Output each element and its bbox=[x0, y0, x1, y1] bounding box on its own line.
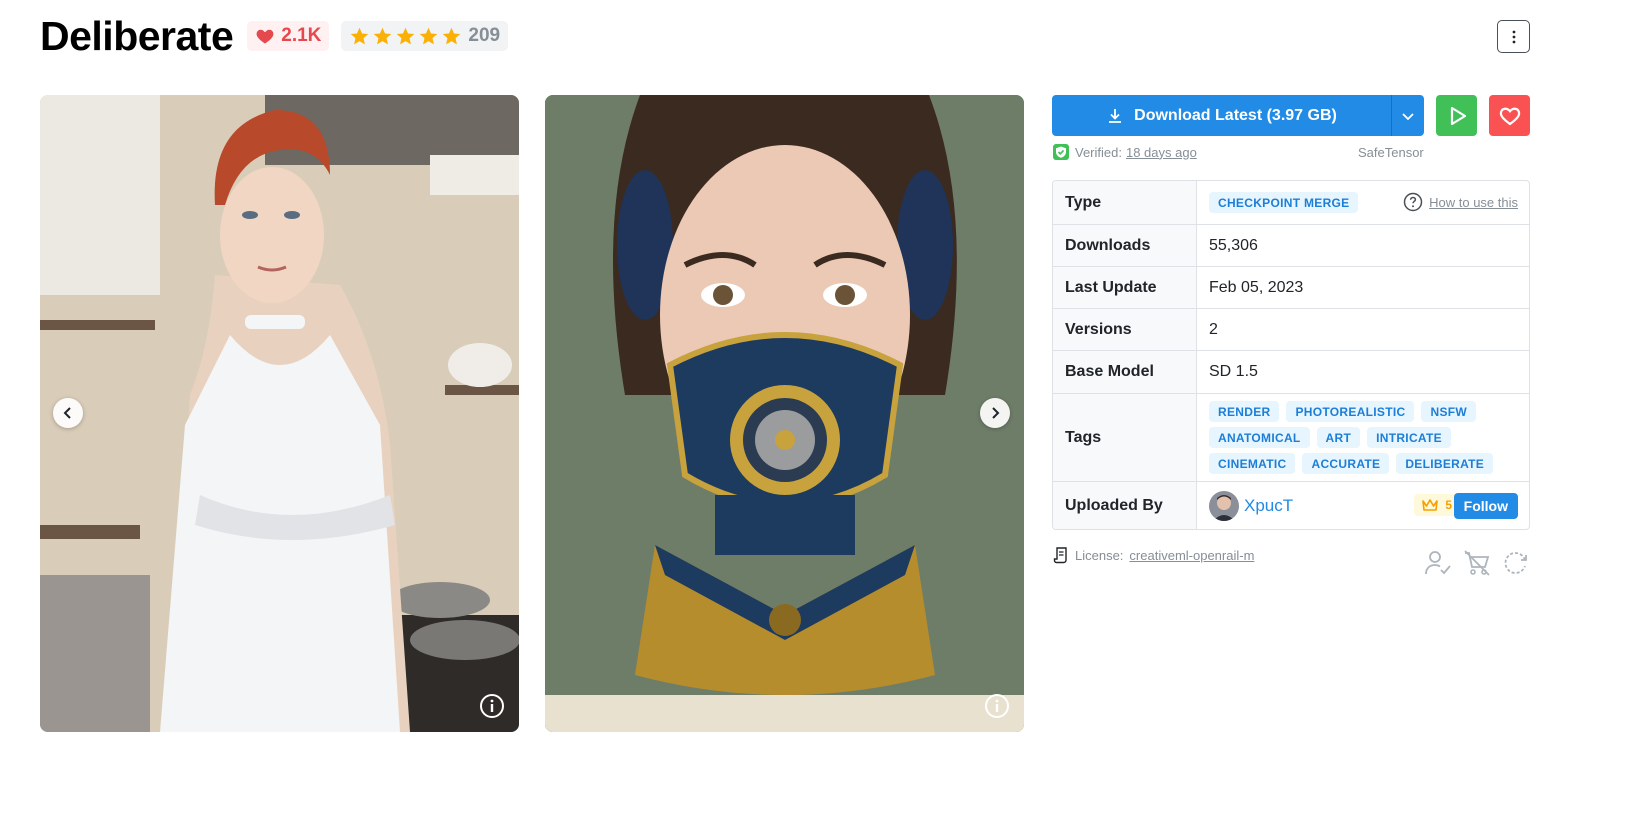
detail-label: Base Model bbox=[1053, 351, 1197, 393]
gallery-image-1[interactable] bbox=[40, 95, 519, 732]
star-icon bbox=[374, 27, 392, 44]
tag-chip[interactable]: DELIBERATE bbox=[1396, 453, 1494, 474]
download-icon bbox=[1109, 108, 1122, 123]
masked-woman-illustration bbox=[545, 95, 1024, 732]
detail-value: SD 1.5 bbox=[1209, 363, 1258, 380]
detail-value: 2 bbox=[1209, 320, 1218, 338]
download-options-button[interactable] bbox=[1391, 95, 1424, 136]
tag-chip[interactable]: NSFW bbox=[1421, 401, 1477, 422]
favorite-button[interactable] bbox=[1489, 95, 1530, 136]
file-format: SafeTensor bbox=[1358, 144, 1424, 160]
detail-value: CHECKPOINT MERGE How to use this bbox=[1197, 181, 1529, 224]
info-icon[interactable] bbox=[984, 693, 1010, 719]
dots-vertical-icon bbox=[1512, 30, 1515, 43]
uploader-name-link[interactable]: XpucT bbox=[1244, 496, 1293, 516]
detail-value: 55,306 bbox=[1209, 236, 1258, 254]
chevron-down-icon bbox=[1402, 112, 1414, 120]
tag-chip[interactable]: RENDER bbox=[1209, 401, 1280, 422]
detail-row-base-model: Base Model SD 1.5 bbox=[1053, 350, 1529, 393]
tag-chip[interactable]: PHOTOREALISTIC bbox=[1286, 401, 1415, 422]
rank-number: 5 bbox=[1445, 498, 1452, 512]
detail-row-uploaded-by: Uploaded By XpucT 5 Follow bbox=[1053, 481, 1529, 529]
kitchen-woman-illustration bbox=[40, 95, 519, 732]
follow-button[interactable]: Follow bbox=[1453, 493, 1518, 519]
rating-badge[interactable]: 209 bbox=[341, 21, 509, 51]
license-link[interactable]: creativeml-openrail-m bbox=[1129, 548, 1254, 563]
crown-icon bbox=[1422, 499, 1439, 511]
star-icon bbox=[443, 27, 461, 44]
how-to-use-label: How to use this bbox=[1429, 194, 1518, 210]
gallery-next-button[interactable] bbox=[980, 398, 1010, 428]
detail-label: Versions bbox=[1053, 309, 1197, 350]
detail-value: RENDER PHOTOREALISTIC NSFW ANATOMICAL AR… bbox=[1197, 394, 1529, 481]
more-options-button[interactable] bbox=[1497, 20, 1530, 53]
tag-chip[interactable]: ANATOMICAL bbox=[1209, 427, 1310, 448]
play-icon bbox=[1450, 106, 1466, 125]
tag-chip[interactable]: INTRICATE bbox=[1367, 427, 1451, 448]
verified-status: Verified: 18 days ago SafeTensor bbox=[1052, 143, 1432, 161]
detail-label: Last Update bbox=[1053, 267, 1197, 308]
license-label: License: bbox=[1075, 547, 1124, 563]
detail-row-last-update: Last Update Feb 05, 2023 bbox=[1053, 266, 1529, 308]
info-icon[interactable] bbox=[479, 693, 505, 719]
scroll-icon bbox=[1053, 547, 1067, 564]
chevron-right-icon bbox=[992, 407, 1000, 419]
star-icon bbox=[397, 27, 415, 44]
question-circle-icon bbox=[1403, 192, 1423, 212]
detail-label: Downloads bbox=[1053, 225, 1197, 266]
license-permissions bbox=[1423, 548, 1531, 578]
detail-label: Tags bbox=[1053, 394, 1197, 481]
tag-chip[interactable]: ACCURATE bbox=[1302, 453, 1390, 474]
how-to-use-link[interactable]: How to use this bbox=[1403, 192, 1518, 212]
verified-date-link[interactable]: 18 days ago bbox=[1126, 145, 1197, 160]
detail-row-tags: Tags RENDER PHOTOREALISTIC NSFW ANATOMIC… bbox=[1053, 393, 1529, 481]
run-button[interactable] bbox=[1436, 95, 1477, 136]
model-header: Deliberate 2.1K 209 bbox=[40, 12, 509, 60]
tag-chip[interactable]: CINEMATIC bbox=[1209, 453, 1296, 474]
shield-check-icon bbox=[1053, 144, 1069, 160]
rating-count: 209 bbox=[468, 25, 501, 46]
detail-row-versions: Versions 2 bbox=[1053, 308, 1529, 350]
likes-count: 2.1K bbox=[281, 25, 322, 46]
license-info: License: creativeml-openrail-m bbox=[1053, 546, 1254, 564]
star-rating bbox=[349, 26, 462, 47]
tag-chip[interactable]: ART bbox=[1316, 427, 1361, 448]
gallery-prev-button[interactable] bbox=[53, 398, 83, 428]
detail-label: Type bbox=[1053, 181, 1197, 224]
heart-outline-icon bbox=[1499, 107, 1520, 125]
detail-label: Uploaded By bbox=[1053, 482, 1197, 529]
download-label: Download Latest (3.97 GB) bbox=[1134, 106, 1337, 124]
download-button[interactable]: Download Latest (3.97 GB) bbox=[1052, 95, 1391, 136]
user-check-icon[interactable] bbox=[1423, 548, 1453, 578]
type-chip: CHECKPOINT MERGE bbox=[1209, 192, 1359, 213]
detail-row-downloads: Downloads 55,306 bbox=[1053, 224, 1529, 266]
creator-rank-badge: 5 bbox=[1414, 494, 1459, 516]
chevron-left-icon bbox=[63, 407, 71, 419]
refresh-off-icon[interactable] bbox=[1501, 548, 1531, 578]
model-details-table: Type CHECKPOINT MERGE How to use this Do… bbox=[1052, 180, 1530, 530]
star-icon bbox=[420, 27, 438, 44]
avatar[interactable] bbox=[1209, 490, 1239, 521]
cart-off-icon[interactable] bbox=[1462, 548, 1492, 578]
user-avatar-image bbox=[1209, 490, 1239, 521]
gallery-image-2[interactable] bbox=[545, 95, 1024, 732]
star-icon bbox=[351, 27, 369, 44]
heart-icon bbox=[256, 29, 274, 44]
likes-badge[interactable]: 2.1K bbox=[247, 21, 330, 51]
tag-list: RENDER PHOTOREALISTIC NSFW ANATOMICAL AR… bbox=[1209, 393, 1509, 482]
page-title: Deliberate bbox=[40, 12, 234, 59]
detail-row-type: Type CHECKPOINT MERGE How to use this bbox=[1053, 181, 1529, 224]
detail-value: Feb 05, 2023 bbox=[1209, 278, 1304, 296]
verified-label: Verified: bbox=[1075, 144, 1122, 160]
detail-value: XpucT 5 Follow bbox=[1197, 482, 1529, 529]
